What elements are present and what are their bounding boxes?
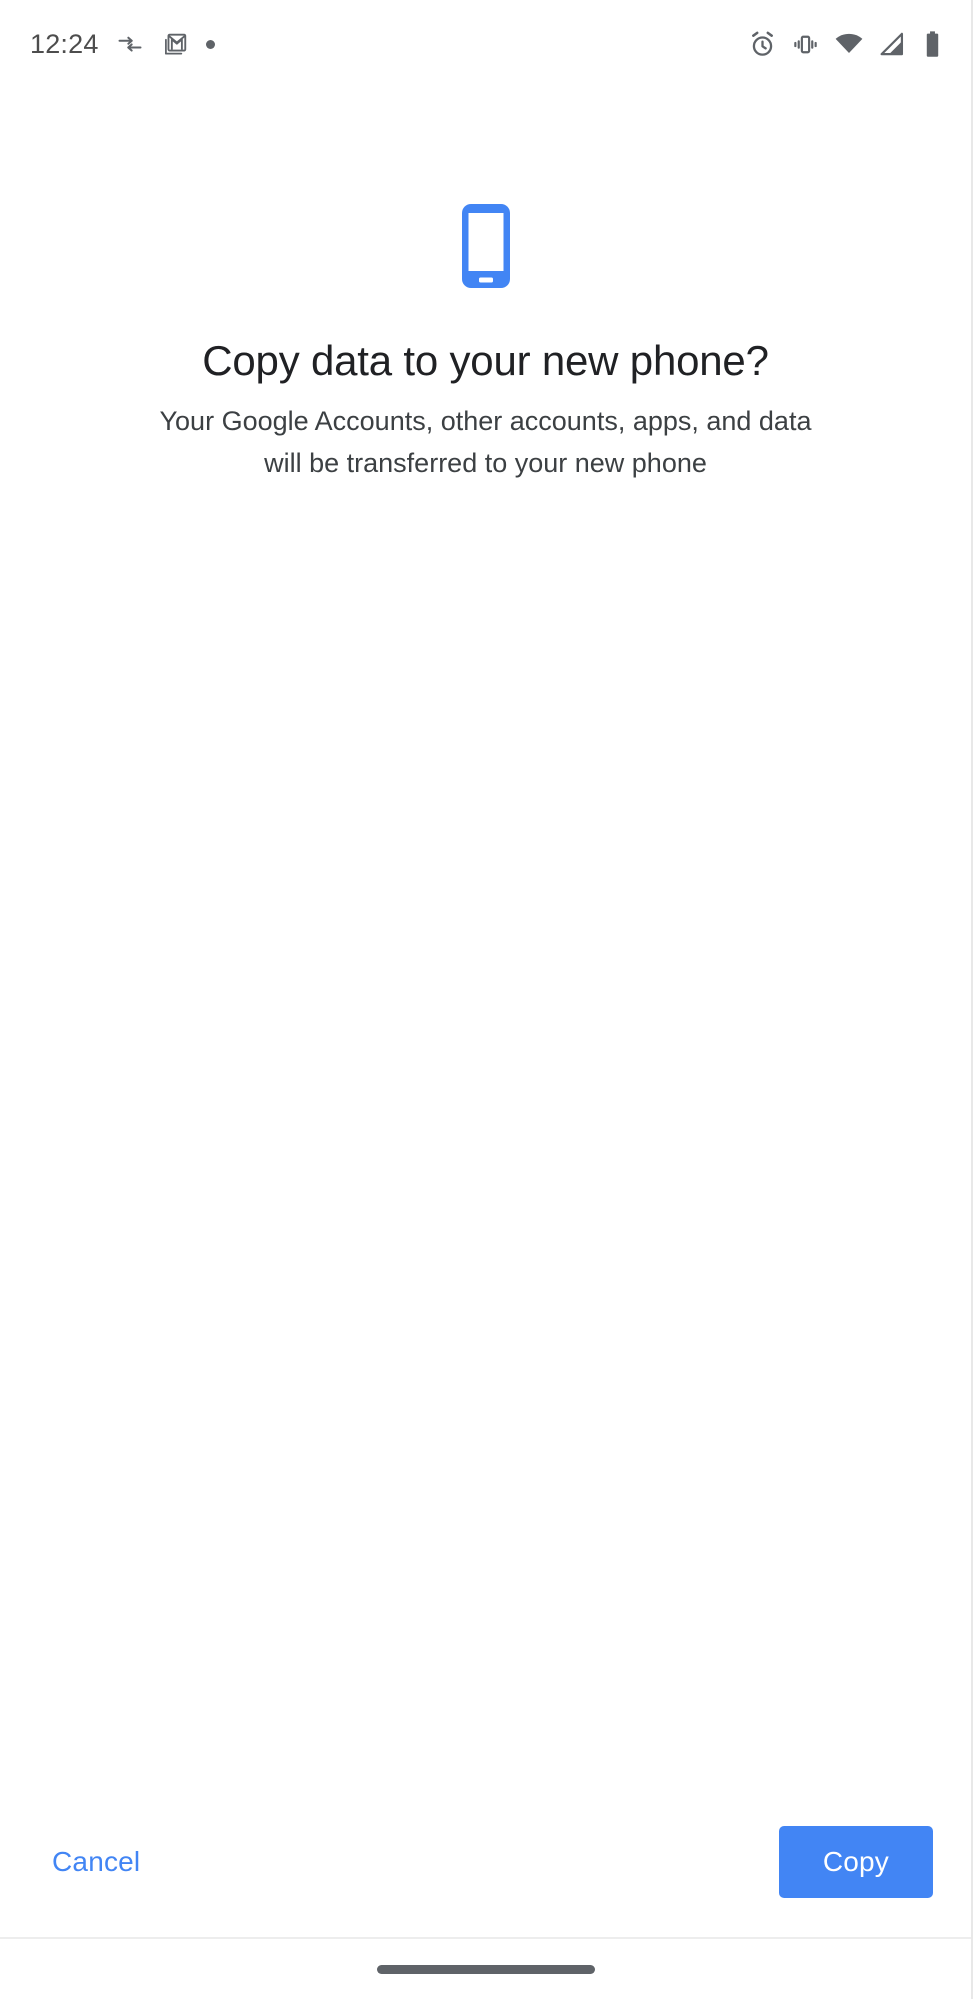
- action-button-bar: Cancel Copy: [0, 1787, 971, 1937]
- vibrate-icon: [791, 30, 820, 59]
- status-bar-left-group: 12:24: [30, 30, 215, 58]
- copy-button[interactable]: Copy: [778, 1826, 933, 1898]
- phone-screen: 12:24 Copy data to your new phone? Your …: [0, 0, 973, 1999]
- system-navigation-bar: [0, 1937, 971, 1999]
- notification-dot-icon: [205, 39, 215, 49]
- cancel-button[interactable]: Cancel: [44, 1832, 148, 1892]
- page-subtitle: Your Google Accounts, other accounts, ap…: [159, 406, 812, 479]
- smartphone-icon: [449, 200, 523, 301]
- status-bar-clock: 12:24: [30, 28, 99, 59]
- cellular-signal-icon: [878, 30, 906, 58]
- main-content: Copy data to your new phone? Your Google…: [0, 88, 971, 1787]
- gmail-icon: [161, 30, 189, 58]
- battery-icon: [920, 30, 945, 58]
- status-bar: 12:24: [0, 0, 971, 88]
- alarm-icon: [748, 30, 777, 59]
- status-bar-right-group: [748, 29, 945, 59]
- data-transfer-icon: [116, 30, 144, 58]
- home-gesture-pill[interactable]: [376, 1964, 595, 1974]
- wifi-icon: [834, 29, 864, 59]
- page-title: Copy data to your new phone?: [202, 337, 769, 384]
